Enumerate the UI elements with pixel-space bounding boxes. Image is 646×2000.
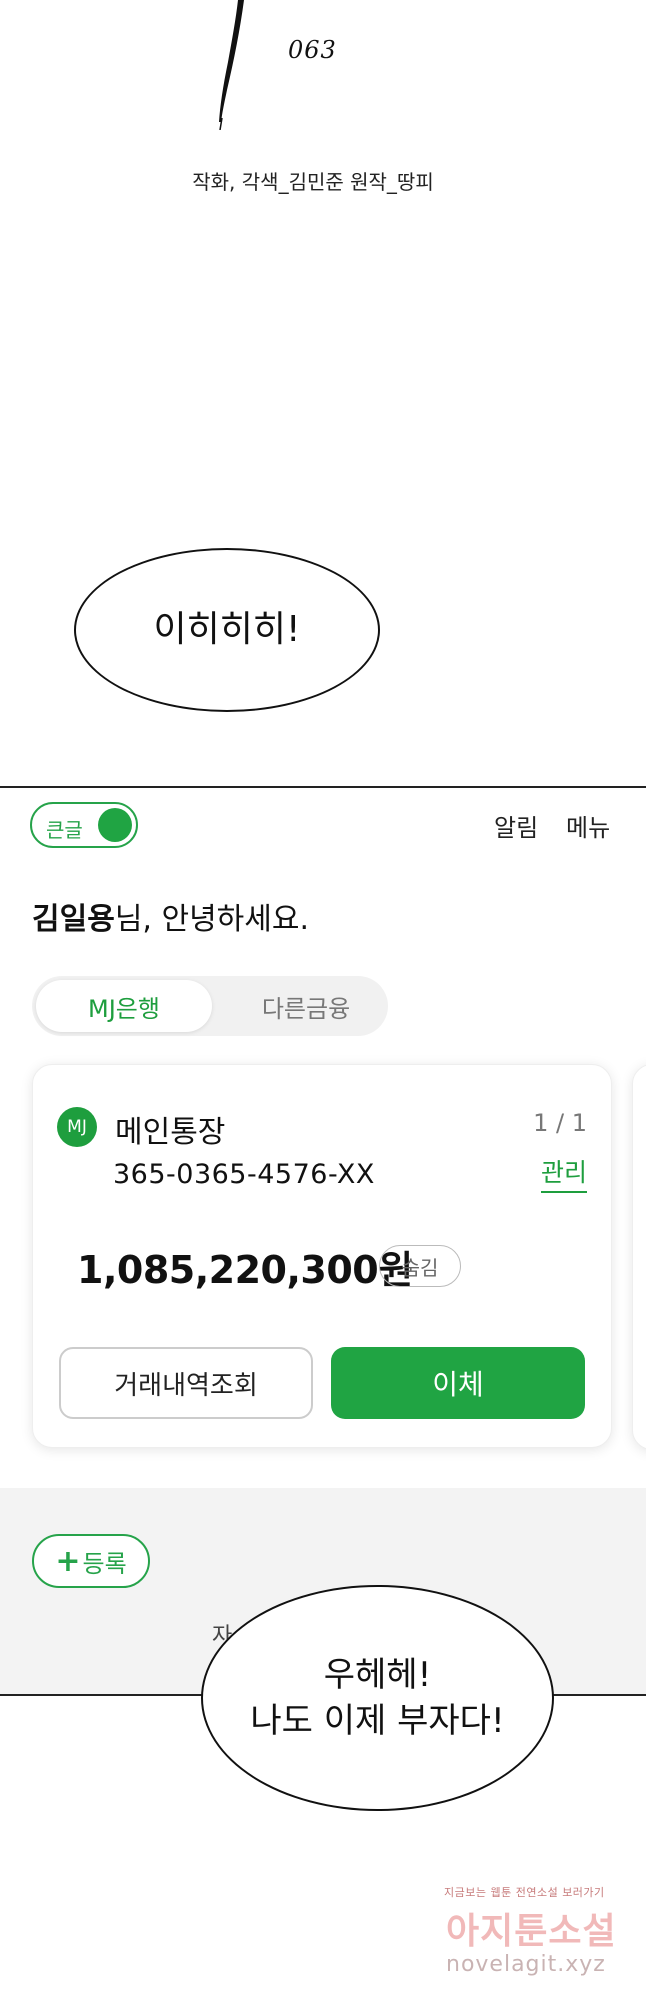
tab-mj-bank[interactable]: MJ은행 (36, 980, 212, 1032)
notifications-link[interactable]: 알림 (494, 808, 538, 843)
register-button[interactable]: + 등록 (32, 1534, 150, 1588)
speech-bubble-top: 이히히히! (74, 548, 380, 712)
plus-icon: + (55, 1543, 81, 1579)
speech-bubble-top-text: 이히히히! (153, 609, 301, 650)
greeting-text: 님, 안녕하세요. (114, 902, 310, 937)
watermark-url: novelagit.xyz (446, 1952, 606, 1977)
speech-bubble-bottom-line2: 나도 이제 부자다! (250, 1701, 505, 1741)
watermark-brand: 아지툰소설 (446, 1911, 617, 1952)
card-page-indicator: 1 / 1 (533, 1109, 587, 1137)
large-text-toggle-label: 큰글 (46, 818, 83, 842)
manage-link[interactable]: 관리 (540, 1153, 587, 1193)
brush-stroke-decoration (219, 0, 244, 130)
speech-bubble-bottom-line1: 우헤헤! (323, 1655, 432, 1695)
credits-line: 작화, 각색_김민준 원작_땅피 (192, 170, 434, 194)
bank-logo-icon: MJ (57, 1107, 97, 1147)
transfer-button[interactable]: 이체 (331, 1347, 585, 1419)
watermark-tagline: 지금보는 웹툰 전연소설 보러가기 (444, 1886, 605, 1899)
episode-number: 063 (288, 36, 337, 64)
toggle-knob-icon (98, 808, 132, 842)
large-text-toggle[interactable]: 큰글 (30, 802, 138, 848)
account-number: 365-0365-4576-XX (113, 1159, 375, 1190)
next-account-card-peek[interactable] (632, 1064, 646, 1450)
account-balance: 1,085,220,300원 (77, 1248, 413, 1292)
register-button-label: 등록 (82, 1549, 127, 1578)
speech-bubble-bottom: 우헤헤! 나도 이제 부자다! (201, 1585, 554, 1811)
bank-tab-switcher: MJ은행 다른금융 (32, 976, 388, 1036)
menu-link[interactable]: 메뉴 (566, 808, 610, 843)
transaction-history-button[interactable]: 거래내역조회 (59, 1347, 313, 1419)
greeting: 김일용님, 안녕하세요. (32, 894, 309, 938)
greeting-name: 김일용 (32, 902, 115, 937)
hide-balance-button[interactable]: 숨김 (379, 1245, 461, 1287)
account-name: 메인통장 (115, 1115, 226, 1150)
tab-other-finance[interactable]: 다른금융 (228, 980, 384, 1032)
banking-app-screen: 큰글 알림 메뉴 김일용님, 안녕하세요. MJ은행 다른금융 MJ 메인통장 … (0, 786, 646, 1696)
account-card: MJ 메인통장 365-0365-4576-XX 1 / 1 관리 1,085,… (32, 1064, 612, 1448)
